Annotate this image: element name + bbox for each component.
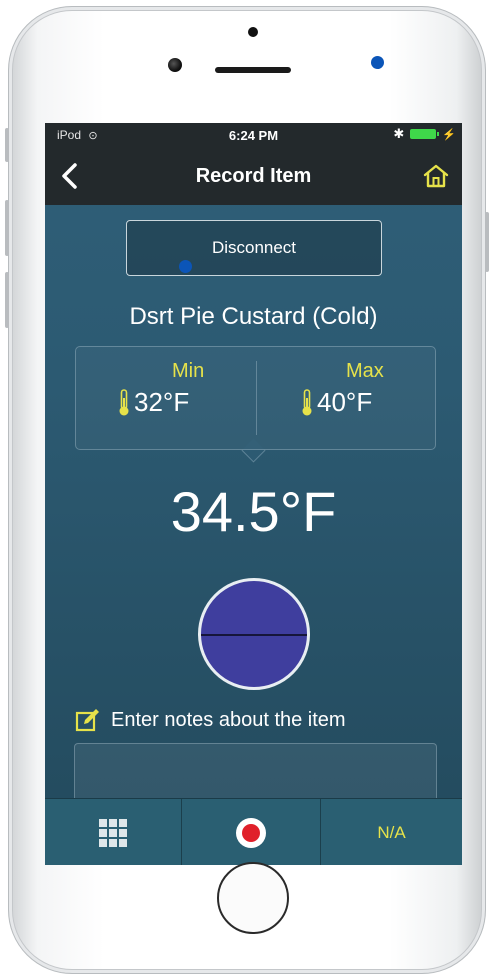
notes-label: Enter notes about the item [111,708,346,731]
status-bar: iPod ⊙ 6:24 PM ✱ ⚡ [45,123,462,147]
status-indicators: ✱ ⚡ [393,127,456,141]
proximity-sensor [248,27,258,37]
volume-up-button [5,200,9,256]
dial-indicator-line [201,634,307,636]
thermometer-icon [302,388,312,415]
bluetooth-icon: ✱ [393,126,405,141]
na-button[interactable]: N/A [321,799,462,865]
marker-dot [179,260,192,273]
record-icon [236,817,266,848]
grid-icon [99,818,127,847]
notes-header: Enter notes about the item [75,708,346,732]
app-screen: iPod ⊙ 6:24 PM ✱ ⚡ Record Item Disconnec… [45,123,462,865]
current-temperature: 34.5°F [170,480,337,543]
grid-menu-button[interactable] [45,799,181,865]
mute-switch [5,128,9,162]
power-button [485,212,489,272]
front-camera-icon [168,58,182,72]
bottom-toolbar: N/A [45,798,462,865]
earpiece-speaker [215,67,291,73]
nav-bar: Record Item [45,147,462,205]
max-value: 40°F [317,387,373,417]
na-label: N/A [377,822,406,842]
min-label: Min [172,360,205,382]
temperature-dial [198,578,310,690]
min-value: 32°F [134,387,190,417]
min-value-group: 32°F [118,387,189,418]
max-value-group: 40°F [301,387,372,418]
battery-icon [410,129,440,139]
temperature-range-panel: Min 32°F Max 40°F [75,346,436,450]
disconnect-button[interactable]: Disconnect [126,220,382,276]
record-button[interactable] [182,799,320,865]
thermometer-icon [119,388,129,415]
charging-icon: ⚡ [442,128,456,141]
max-label: Max [346,360,384,382]
edit-note-icon[interactable] [75,708,101,732]
marker-dot [371,56,384,69]
range-divider [256,361,257,435]
home-icon[interactable] [422,162,450,190]
volume-down-button [5,272,9,328]
page-title: Record Item [195,165,312,187]
home-button[interactable] [217,862,289,934]
item-name: Dsrt Pie Custard (Cold) [129,303,378,330]
